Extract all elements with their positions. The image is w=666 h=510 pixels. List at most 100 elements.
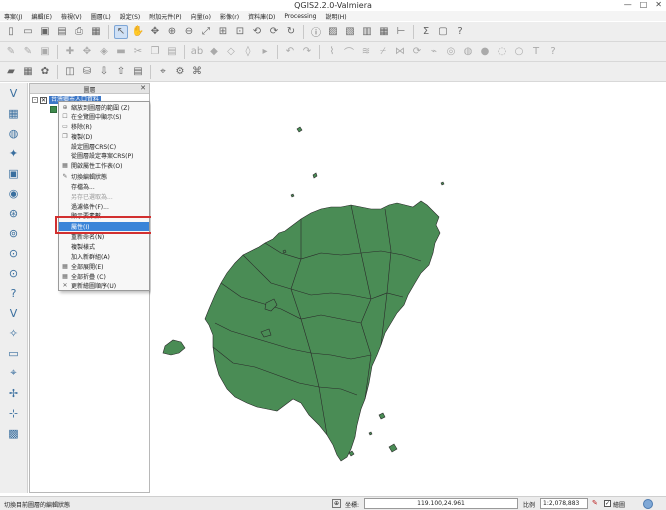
zoom-selection-icon[interactable]: ⊡ [233,25,247,39]
rotate-icon[interactable]: ⟳ [410,45,424,59]
menu-item[interactable]: Processing [284,13,316,20]
measure-icon[interactable]: ⊢ [394,25,408,39]
add-raster-icon[interactable]: ▦ [4,104,24,122]
paste-icon[interactable]: ▤ [165,45,179,59]
label-rotate-icon[interactable]: ◇ [224,45,238,59]
context-menu-item[interactable]: ▭ 移除(R) [59,122,149,131]
select-icon[interactable]: ↖ [114,24,128,39]
context-menu-item[interactable]: ❐ 複製(D) [59,132,149,141]
toggle-edit-icon[interactable]: ✎ [4,45,18,59]
fill-ring-icon[interactable]: ● [478,45,492,59]
save-as-icon[interactable]: ▤ [55,25,69,39]
new-project-icon[interactable]: ▯ [4,25,18,39]
gps-icon[interactable]: ⌖ [156,65,170,79]
context-menu-item[interactable]: ▦ 全部折疊 (C) [59,272,149,281]
georeferencer-icon[interactable]: ⊹ [4,404,24,422]
delete-selected-icon[interactable]: ▬ [114,45,128,59]
menu-item[interactable]: 圖層(L) [91,12,111,21]
add-mssql-icon[interactable]: ▣ [4,164,24,182]
add-oracle-icon[interactable]: ◉ [4,184,24,202]
field-calculator-icon[interactable]: ▥ [360,25,374,39]
plugin-icon[interactable]: ⚙ [173,65,187,79]
db-icon[interactable]: ⛁ [80,65,94,79]
help-icon[interactable]: ? [453,25,467,39]
add-vector-icon[interactable]: V [4,84,24,102]
delete-part-icon[interactable]: ○ [512,45,526,59]
scale-combobox[interactable]: 1:2,078,883 [540,498,588,509]
identify-icon[interactable]: ⓘ [309,25,323,39]
menu-item[interactable]: 影像(r) [220,12,239,21]
gps-track-icon[interactable]: ⌖ [4,364,24,382]
context-menu-item[interactable]: ☐ 在全覽圖中顯示(S) [59,112,149,121]
coordinate-field[interactable]: 119.100,24.961 [364,498,518,509]
reshape-icon[interactable]: ⌒ [342,45,356,59]
label-pin-icon[interactable]: ◆ [207,45,221,59]
context-menu-item[interactable]: 設定圖層CRS(C) [59,142,149,151]
context-menu-item[interactable]: 從圖層設定專案CRS(P) [59,151,149,160]
cut-icon[interactable]: ✂ [131,45,145,59]
undo-icon[interactable]: ↶ [283,45,297,59]
menu-item[interactable]: 檢視(V) [61,12,82,21]
whats-this-icon[interactable]: ? [546,45,560,59]
import-icon[interactable]: ⇩ [97,65,111,79]
open-project-icon[interactable]: ▭ [21,25,35,39]
add-wms-icon[interactable]: ⊛ [4,204,24,222]
menu-item[interactable]: 向量(o) [191,12,211,21]
map-canvas[interactable] [151,83,666,493]
zoom-layer-icon[interactable]: ⊞ [216,25,230,39]
grass-icon[interactable]: ✿ [38,65,52,79]
context-menu-item[interactable]: ✕ 更新繪圖順序(U) [59,281,149,290]
stop-render-icon[interactable]: ✎ [592,499,601,508]
heatmap-icon[interactable]: ▩ [4,424,24,442]
layer-visibility-checkbox[interactable]: ✕ [40,96,47,104]
pan-icon[interactable]: ✋ [131,25,145,39]
zoom-in-icon[interactable]: ⊕ [165,25,179,39]
split-icon[interactable]: ⌿ [376,45,390,59]
coordinate-toggle-icon[interactable]: ⊕ [332,499,341,508]
move-feature-icon[interactable]: ✥ [80,45,94,59]
label-change-icon[interactable]: ◊ [241,45,255,59]
pencil-icon[interactable]: ✎ [21,45,35,59]
context-menu-item[interactable]: 存檔為... [59,182,149,191]
delete-ring-icon[interactable]: ◌ [495,45,509,59]
offset-icon[interactable]: ≋ [359,45,373,59]
context-menu-item[interactable]: ▦ 全部展開(E) [59,262,149,271]
print-composer-icon[interactable]: ⎙ [72,25,86,39]
add-spatialite-icon[interactable]: ✦ [4,144,24,162]
refresh-icon[interactable]: ↻ [284,25,298,39]
save-project-icon[interactable]: ▣ [38,25,52,39]
spit-icon[interactable]: ◫ [63,65,77,79]
context-menu-item[interactable]: 過濾條件(F)... [59,202,149,211]
node-tool-icon[interactable]: ◈ [97,45,111,59]
zoom-out-icon[interactable]: ⊖ [182,25,196,39]
close-icon[interactable]: ✕ [140,84,146,92]
select-features-icon[interactable]: ▨ [326,25,340,39]
minimize-button[interactable]: — [624,0,632,9]
zoom-full-icon[interactable]: ⤢ [199,25,213,39]
close-button[interactable]: ✕ [655,0,662,9]
label-move-icon[interactable]: ▸ [258,45,272,59]
save-edits-icon[interactable]: ▣ [38,45,52,59]
context-menu-item[interactable]: 複製樣式 [59,242,149,251]
context-menu-item[interactable]: ▦ 開啟屬性工作表(O) [59,161,149,170]
add-delimited-icon[interactable]: ? [4,284,24,302]
stats-icon[interactable]: Σ [419,25,433,39]
add-feature-icon[interactable]: ✚ [63,45,77,59]
menu-item[interactable]: 專案(J) [4,12,22,21]
simplify-icon[interactable]: ⌁ [427,45,441,59]
coordinate-capture-icon[interactable]: ✢ [4,384,24,402]
zoom-last-icon[interactable]: ⟲ [250,25,264,39]
context-menu-item[interactable]: ⊕ 縮放到圖層的範圍 (Z) [59,103,149,112]
deselect-icon[interactable]: ▧ [343,25,357,39]
remove-layer-icon[interactable]: ▭ [4,344,24,362]
add-ring-icon[interactable]: ◎ [444,45,458,59]
new-spatialite-icon[interactable]: ✧ [4,324,24,342]
pan-to-selection-icon[interactable]: ✥ [148,25,162,39]
new-layer-icon[interactable]: V [4,304,24,322]
digitize-icon[interactable]: ⌇ [325,45,339,59]
add-wfs-icon[interactable]: ⊙ [4,264,24,282]
add-wcs-icon[interactable]: ⊚ [4,224,24,242]
tips-icon[interactable]: ▢ [436,25,450,39]
delimited-icon[interactable]: ▤ [131,65,145,79]
menu-item[interactable]: 資料庫(D) [248,12,275,21]
